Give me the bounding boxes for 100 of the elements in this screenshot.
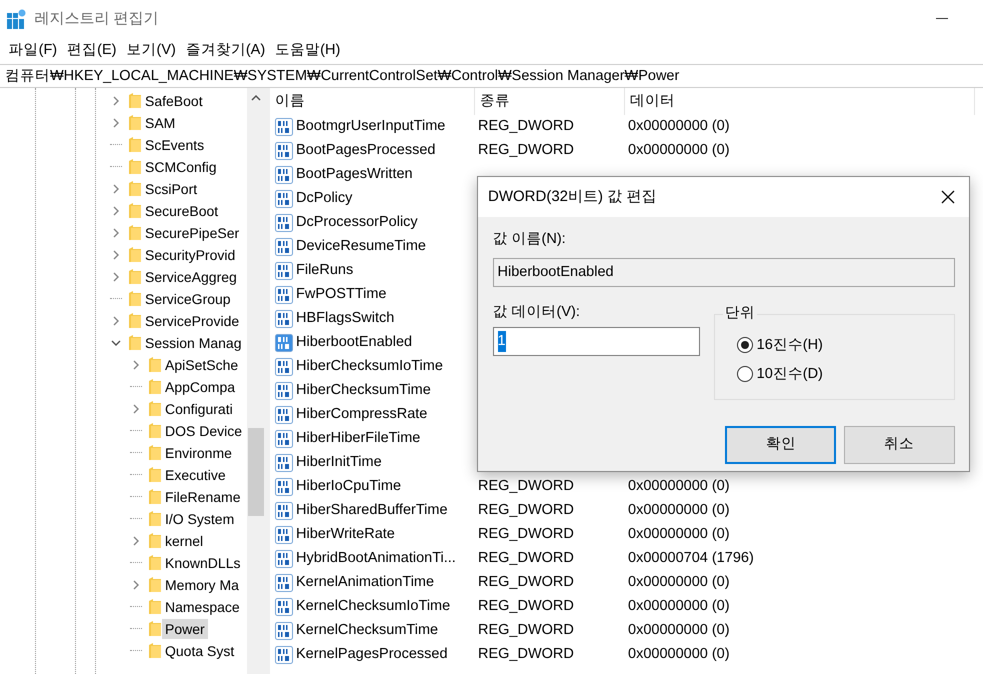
tree-item[interactable]: SecureBoot	[142, 201, 222, 221]
value-name[interactable]: HiberChecksumTime	[296, 380, 431, 402]
tree-item[interactable]: SecurityProvid	[142, 245, 238, 265]
value-name[interactable]: FwPOSTTime	[296, 284, 386, 306]
registry-editor-icon	[7, 9, 28, 29]
value-type: REG_DWORD	[477, 117, 575, 136]
folder-icon	[128, 247, 142, 263]
tree-item[interactable]: ServiceAggreg	[142, 267, 240, 287]
tree-item[interactable]: I/O System	[162, 509, 238, 529]
tree-item[interactable]: ServiceGroup	[142, 289, 234, 309]
field-label: 값 데이터(V):	[492, 302, 580, 322]
value-name[interactable]: HiberbootEnabled	[296, 332, 412, 354]
value-name[interactable]: DcProcessorPolicy	[296, 212, 418, 234]
value-name[interactable]: HybridBootAnimationTi...	[296, 548, 456, 570]
tree-item[interactable]: ScEvents	[142, 135, 208, 155]
tree-item[interactable]: Namespace	[162, 597, 243, 617]
folder-icon	[148, 599, 162, 615]
folder-icon	[148, 511, 162, 527]
tree-item[interactable]: Configurati	[162, 399, 236, 419]
tree-item[interactable]: FileRename	[162, 487, 244, 507]
tree-item[interactable]: Power	[162, 619, 208, 639]
tree-item[interactable]: SafeBoot	[142, 91, 206, 111]
menu-item[interactable]: 보기(V)	[121, 40, 181, 62]
radio-button[interactable]	[737, 366, 753, 382]
tree-item[interactable]: ApiSetSche	[162, 355, 242, 375]
menu-item[interactable]: 편집(E)	[62, 40, 122, 62]
tree-item[interactable]: Quota Syst	[162, 641, 238, 661]
tree-item[interactable]: Memory Ma	[162, 575, 242, 595]
dialog-title: DWORD(32비트) 값 편집	[488, 186, 656, 207]
tree-item[interactable]: DOS Device	[162, 421, 246, 441]
value-name[interactable]: HiberHiberFileTime	[296, 428, 420, 450]
value-name[interactable]: BootPagesProcessed	[296, 140, 436, 162]
menu-item[interactable]: 도움말(H)	[270, 40, 346, 62]
value-name[interactable]: BootPagesWritten	[296, 164, 413, 186]
value-name[interactable]: HiberCompressRate	[296, 404, 428, 426]
value-type: REG_DWORD	[477, 477, 575, 496]
value-name[interactable]: DeviceResumeTime	[296, 236, 426, 258]
tree-item[interactable]: Session Manag	[142, 333, 245, 353]
value-name[interactable]: KernelAnimationTime	[296, 572, 434, 594]
tree-item[interactable]: ServiceProvide	[142, 311, 242, 331]
value-name[interactable]: KernelChecksumTime	[296, 620, 438, 642]
address-bar[interactable]: 컴퓨터₩HKEY_LOCAL_MACHINE₩SYSTEM₩CurrentControlSet₩Control₩Session Manager₩Power	[0, 64, 983, 88]
folder-icon	[148, 489, 162, 505]
folder-icon	[148, 577, 162, 593]
radio-button[interactable]	[737, 337, 753, 354]
window-title: 레지스트리 편집기	[34, 8, 159, 29]
tree-item[interactable]: ScsiPort	[142, 179, 200, 199]
folder-icon	[148, 643, 162, 659]
folder-icon	[148, 357, 162, 373]
value-name[interactable]: HiberIoCpuTime	[296, 476, 402, 498]
close-icon[interactable]	[941, 190, 955, 204]
value-name[interactable]: KernelPagesProcessed	[296, 644, 448, 666]
tree-item[interactable]: Executive	[162, 465, 229, 485]
column-header[interactable]: 데이터	[625, 88, 975, 115]
column-header[interactable]: 이름	[270, 88, 475, 115]
tree-item[interactable]: SCMConfig	[142, 157, 220, 177]
ok-button[interactable]: 확인	[725, 426, 836, 464]
folder-icon	[128, 137, 142, 153]
value-name[interactable]: HiberChecksumIoTime	[296, 356, 443, 378]
value-data: 0x00000000 (0)	[627, 141, 730, 160]
folder-icon	[128, 181, 142, 197]
scroll-thumb[interactable]	[248, 428, 264, 516]
menu-item[interactable]: 즐겨찾기(A)	[180, 40, 270, 62]
value-type: REG_DWORD	[477, 525, 575, 544]
tree-item[interactable]: SecurePipeSer	[142, 223, 242, 243]
menu-item[interactable]: 파일(F)	[4, 40, 62, 62]
folder-icon	[128, 291, 142, 307]
tree-item[interactable]: AppCompa	[162, 377, 238, 397]
folder-icon	[128, 203, 142, 219]
folder-icon	[148, 423, 162, 439]
value-name[interactable]: KernelChecksumIoTime	[296, 596, 450, 618]
value-data: 0x00000000 (0)	[627, 525, 730, 544]
tree-item[interactable]: SAM	[142, 113, 178, 133]
scrollbar[interactable]	[247, 88, 265, 674]
value-name[interactable]: HiberSharedBufferTime	[296, 500, 448, 522]
radio-label[interactable]: 10진수(D)	[756, 364, 823, 386]
value-name[interactable]: BootmgrUserInputTime	[296, 116, 446, 138]
column-header[interactable]: 종류	[475, 88, 625, 115]
value-name-field[interactable]: HiberbootEnabled	[492, 258, 954, 287]
cancel-button[interactable]: 취소	[844, 426, 954, 464]
value-data-field[interactable]: 1	[492, 326, 700, 356]
folder-icon	[128, 313, 142, 329]
value-data: 0x00000000 (0)	[627, 597, 730, 616]
folder-icon	[148, 621, 162, 637]
value-name[interactable]: DcPolicy	[296, 188, 352, 210]
value-name[interactable]: HiberInitTime	[296, 452, 382, 474]
folder-icon	[128, 93, 142, 109]
value-name[interactable]: HiberWriteRate	[296, 524, 395, 546]
value-name[interactable]: HBFlagsSwitch	[296, 308, 394, 330]
tree-item[interactable]: KnownDLLs	[162, 553, 244, 573]
value-name[interactable]: FileRuns	[296, 260, 354, 282]
folder-icon	[128, 159, 142, 175]
folder-icon	[128, 225, 142, 241]
radio-label[interactable]: 16진수(H)	[756, 334, 823, 356]
tree-item[interactable]: Environme	[162, 443, 235, 463]
minimize-icon[interactable]	[936, 18, 948, 20]
value-data: 0x00000000 (0)	[627, 501, 730, 520]
tree-item[interactable]: kernel	[162, 531, 206, 551]
folder-icon	[128, 269, 142, 285]
folder-icon	[148, 467, 162, 483]
